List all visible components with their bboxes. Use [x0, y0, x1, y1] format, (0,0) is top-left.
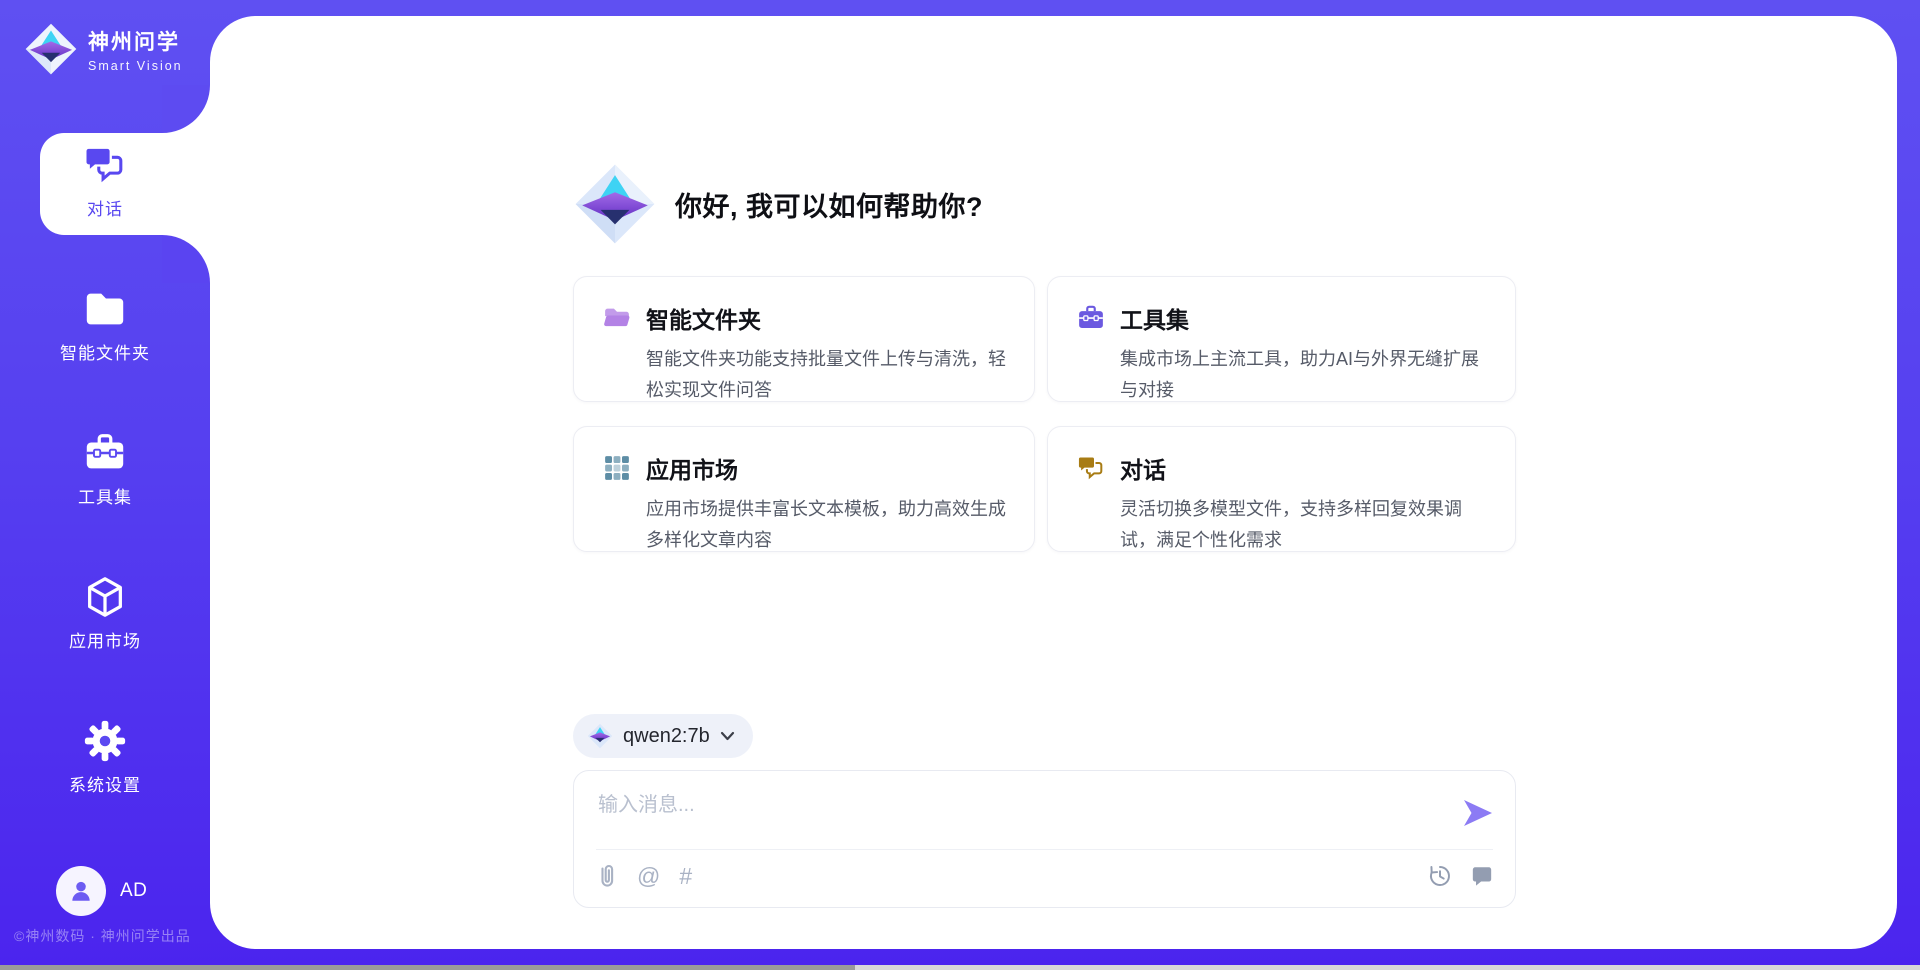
gear-icon: [82, 718, 128, 764]
copyright-text: ©神州数码 · 神州问学出品: [14, 926, 191, 946]
chat-icon: [1076, 453, 1106, 483]
model-selector[interactable]: qwen2:7b: [573, 714, 753, 758]
send-icon[interactable]: [1463, 800, 1493, 826]
sidebar-item-smart-folder[interactable]: 智能文件夹: [0, 277, 210, 379]
card-description: 应用市场提供丰富长文本模板，助力高效生成多样化文章内容: [646, 494, 1008, 556]
greeting: 你好, 我可以如何帮助你?: [573, 162, 1516, 246]
horizontal-scrollbar[interactable]: [0, 965, 1920, 970]
card-title: 应用市场: [646, 451, 738, 485]
message-composer: @ #: [573, 770, 1516, 908]
brand-subtitle: Smart Vision: [88, 59, 183, 73]
sidebar-item-app-market[interactable]: 应用市场: [0, 565, 210, 667]
brand-logo: 神州问学 Smart Vision: [0, 0, 210, 76]
sidebar-item-label: 工具集: [78, 483, 132, 508]
model-name: qwen2:7b: [623, 725, 710, 748]
card-description: 灵活切换多模型文件，支持多样回复效果调试，满足个性化需求: [1120, 494, 1489, 556]
user-name: AD: [120, 880, 147, 902]
folder-icon: [82, 286, 128, 332]
sidebar-item-label: 智能文件夹: [60, 339, 150, 364]
brand-diamond-icon: [24, 22, 78, 76]
card-app-market[interactable]: 应用市场 应用市场提供丰富长文本模板，助力高效生成多样化文章内容: [573, 426, 1035, 552]
sidebar: 神州问学 Smart Vision 对话 智能文件夹: [0, 0, 210, 970]
card-smart-folder[interactable]: 智能文件夹 智能文件夹功能支持批量文件上传与清洗，轻松实现文件问答: [573, 276, 1035, 402]
history-icon[interactable]: [1428, 864, 1452, 888]
composer-toolbar: @ #: [596, 849, 1493, 889]
chevron-down-icon: [720, 731, 735, 741]
sidebar-item-label: 系统设置: [69, 771, 141, 796]
feature-cards: 智能文件夹 智能文件夹功能支持批量文件上传与清洗，轻松实现文件问答: [573, 276, 1516, 552]
folder-open-icon: [602, 303, 632, 333]
sidebar-item-chat[interactable]: 对话: [0, 133, 210, 235]
chat-bubble-icon[interactable]: [1471, 865, 1493, 887]
chat-icon: [82, 142, 128, 188]
card-chat[interactable]: 对话 灵活切换多模型文件，支持多样回复效果调试，满足个性化需求: [1047, 426, 1516, 552]
card-title: 智能文件夹: [646, 301, 761, 335]
at-icon[interactable]: @: [637, 864, 660, 888]
sidebar-item-settings[interactable]: 系统设置: [0, 709, 210, 811]
card-title: 对话: [1120, 451, 1166, 485]
greeting-title: 你好, 我可以如何帮助你?: [675, 185, 983, 224]
toolbox-icon: [1076, 303, 1106, 333]
cube-icon: [82, 574, 128, 620]
toolbox-icon: [82, 430, 128, 476]
hash-icon[interactable]: #: [679, 864, 692, 888]
message-input[interactable]: [598, 788, 1463, 840]
person-icon: [68, 878, 94, 904]
scrollbar-thumb[interactable]: [0, 965, 855, 970]
sidebar-item-label: 对话: [87, 195, 123, 220]
grid-icon: [602, 453, 632, 483]
paperclip-icon[interactable]: [596, 863, 618, 889]
sidebar-item-label: 应用市场: [69, 627, 141, 652]
main-content-panel: 你好, 我可以如何帮助你? 智能文件夹 智能文件夹功能支持批量文件上传与清洗，轻…: [210, 16, 1897, 949]
card-description: 集成市场上主流工具，助力AI与外界无缝扩展与对接: [1120, 344, 1489, 406]
brand-diamond-icon: [573, 162, 657, 246]
sidebar-item-toolset[interactable]: 工具集: [0, 421, 210, 523]
user-account[interactable]: AD: [0, 866, 210, 916]
card-toolset[interactable]: 工具集 集成市场上主流工具，助力AI与外界无缝扩展与对接: [1047, 276, 1516, 402]
card-description: 智能文件夹功能支持批量文件上传与清洗，轻松实现文件问答: [646, 344, 1008, 406]
model-diamond-icon: [587, 723, 613, 749]
card-title: 工具集: [1120, 301, 1189, 335]
avatar: [56, 866, 106, 916]
brand-name: 神州问学: [88, 26, 183, 56]
